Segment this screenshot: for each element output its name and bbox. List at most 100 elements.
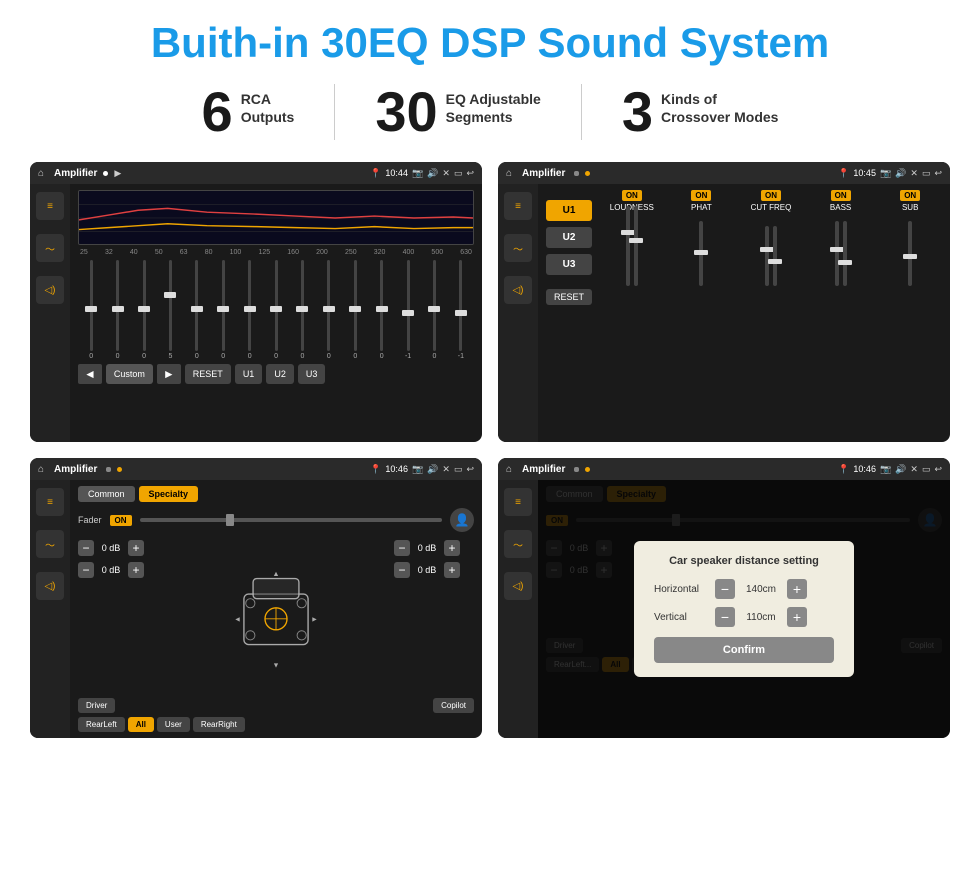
eq-slider-3[interactable]: 5 bbox=[159, 260, 181, 360]
bass-slider2[interactable] bbox=[843, 221, 847, 286]
eq-tune-btn[interactable]: ≡ bbox=[36, 192, 64, 220]
bass-slider1[interactable] bbox=[835, 221, 839, 286]
eq-slider-10[interactable]: 0 bbox=[344, 260, 366, 360]
eq-slider-7[interactable]: 0 bbox=[265, 260, 287, 360]
slider-val-6: 0 bbox=[248, 353, 252, 360]
eq-slider-13[interactable]: 0 bbox=[423, 260, 445, 360]
db-minus-1[interactable]: − bbox=[78, 562, 94, 578]
eq-slider-11[interactable]: 0 bbox=[370, 260, 392, 360]
screen4-topbar: ⌂ Amplifier 📍 10:46 📷 🔊 ✕ ▭ ↩ bbox=[498, 458, 950, 480]
copilot-btn[interactable]: Copilot bbox=[433, 698, 474, 713]
amp-reset-btn[interactable]: RESET bbox=[546, 289, 592, 305]
eq-slider-4[interactable]: 0 bbox=[186, 260, 208, 360]
common-tab[interactable]: Common bbox=[78, 486, 135, 502]
rearright-btn[interactable]: RearRight bbox=[193, 717, 245, 732]
screen1-body: ≡ 〜 ◁) bbox=[30, 184, 482, 442]
spk-wave-btn[interactable]: 〜 bbox=[36, 530, 64, 558]
svg-text:◄: ◄ bbox=[234, 615, 241, 624]
wave-btn[interactable]: 〜 bbox=[36, 234, 64, 262]
db-minus-0[interactable]: − bbox=[78, 540, 94, 556]
spk4-speaker-btn[interactable]: ◁) bbox=[504, 572, 532, 600]
close-icon[interactable]: ✕ bbox=[442, 168, 450, 179]
eq-u2-btn[interactable]: U2 bbox=[266, 364, 294, 384]
screen1-time: 10:44 bbox=[385, 168, 408, 178]
ch-u2-btn[interactable]: U2 bbox=[546, 227, 592, 248]
home-icon2[interactable]: ⌂ bbox=[506, 168, 512, 179]
speaker-btn[interactable]: ◁) bbox=[36, 276, 64, 304]
screen2-body: ≡ 〜 ◁) U1 U2 U3 RESET ON LO bbox=[498, 184, 950, 442]
slider-thumb-5 bbox=[217, 306, 229, 312]
eq-u1-btn[interactable]: U1 bbox=[235, 364, 263, 384]
slider-val-9: 0 bbox=[327, 353, 331, 360]
db-minus-3[interactable]: − bbox=[394, 562, 410, 578]
fader-track[interactable] bbox=[140, 518, 442, 522]
close-icon3[interactable]: ✕ bbox=[442, 464, 450, 475]
fader-on-badge[interactable]: ON bbox=[110, 515, 132, 526]
back-icon[interactable]: ↩ bbox=[466, 168, 474, 179]
close-icon2[interactable]: ✕ bbox=[910, 168, 918, 179]
eq-slider-0[interactable]: 0 bbox=[80, 260, 102, 360]
horizontal-minus-btn[interactable]: − bbox=[715, 579, 735, 599]
eq-next-btn[interactable]: ► bbox=[157, 364, 181, 384]
eq-slider-12[interactable]: -1 bbox=[397, 260, 419, 360]
sub-slider[interactable] bbox=[908, 221, 912, 286]
specialty-tab[interactable]: Specialty bbox=[139, 486, 199, 502]
car-diagram: ▲ ▼ ◄ ► bbox=[166, 540, 386, 694]
back-icon2[interactable]: ↩ bbox=[934, 168, 942, 179]
amp-tune-btn[interactable]: ≡ bbox=[504, 192, 532, 220]
db-plus-0[interactable]: + bbox=[128, 540, 144, 556]
eq-reset-btn[interactable]: RESET bbox=[185, 364, 231, 384]
eq-slider-9[interactable]: 0 bbox=[318, 260, 340, 360]
confirm-button[interactable]: Confirm bbox=[654, 637, 834, 663]
location-icon: 📍 bbox=[370, 168, 381, 179]
slider-val-4: 0 bbox=[195, 353, 199, 360]
db-minus-2[interactable]: − bbox=[394, 540, 410, 556]
play-icon[interactable]: ▶ bbox=[114, 168, 121, 179]
amp-wave-btn[interactable]: 〜 bbox=[504, 234, 532, 262]
db-plus-3[interactable]: + bbox=[444, 562, 460, 578]
all-btn[interactable]: All bbox=[128, 717, 154, 732]
topbar-icons: 📍 10:44 📷 🔊 ✕ ▭ ↩ bbox=[370, 168, 474, 179]
loudness-slider2[interactable] bbox=[634, 206, 638, 286]
home-icon3[interactable]: ⌂ bbox=[38, 464, 44, 475]
ch-u1-btn[interactable]: U1 bbox=[546, 200, 592, 221]
eq-slider-2[interactable]: 0 bbox=[133, 260, 155, 360]
horizontal-plus-btn[interactable]: + bbox=[787, 579, 807, 599]
user-btn[interactable]: User bbox=[157, 717, 190, 732]
eq-slider-14[interactable]: -1 bbox=[450, 260, 472, 360]
home-icon[interactable]: ⌂ bbox=[38, 168, 44, 179]
back-icon4[interactable]: ↩ bbox=[934, 464, 942, 475]
cutfreq-slider2[interactable] bbox=[773, 226, 777, 286]
eq-slider-1[interactable]: 0 bbox=[106, 260, 128, 360]
spk-speaker-btn[interactable]: ◁) bbox=[36, 572, 64, 600]
eq-slider-5[interactable]: 0 bbox=[212, 260, 234, 360]
rearleft-btn[interactable]: RearLeft bbox=[78, 717, 125, 732]
db-plus-1[interactable]: + bbox=[128, 562, 144, 578]
spk-side: ≡ 〜 ◁) bbox=[30, 480, 70, 738]
home-icon4[interactable]: ⌂ bbox=[506, 464, 512, 475]
driver-btn[interactable]: Driver bbox=[78, 698, 115, 713]
vertical-minus-btn[interactable]: − bbox=[715, 607, 735, 627]
vertical-plus-btn[interactable]: + bbox=[787, 607, 807, 627]
eq-u3-btn[interactable]: U3 bbox=[298, 364, 326, 384]
eq-custom-btn[interactable]: Custom bbox=[106, 364, 153, 384]
spk-tune-btn[interactable]: ≡ bbox=[36, 488, 64, 516]
cutfreq-slider1[interactable] bbox=[765, 226, 769, 286]
slider-track-0 bbox=[90, 260, 93, 351]
db-plus-2[interactable]: + bbox=[444, 540, 460, 556]
spk4-tune-btn[interactable]: ≡ bbox=[504, 488, 532, 516]
fader-row: Fader ON 👤 bbox=[78, 508, 474, 532]
slider-val-0: 0 bbox=[89, 353, 93, 360]
eq-slider-6[interactable]: 0 bbox=[238, 260, 260, 360]
back-icon3[interactable]: ↩ bbox=[466, 464, 474, 475]
close-icon4[interactable]: ✕ bbox=[910, 464, 918, 475]
stat-rca: 6 RCA Outputs bbox=[162, 84, 336, 140]
phat-slider[interactable] bbox=[699, 221, 703, 286]
ch-u3-btn[interactable]: U3 bbox=[546, 254, 592, 275]
spk4-wave-btn[interactable]: 〜 bbox=[504, 530, 532, 558]
eq-slider-8[interactable]: 0 bbox=[291, 260, 313, 360]
loudness-slider[interactable] bbox=[626, 206, 630, 286]
eq-prev-btn[interactable]: ◄ bbox=[78, 364, 102, 384]
amp-speaker-btn[interactable]: ◁) bbox=[504, 276, 532, 304]
spk4-side: ≡ 〜 ◁) bbox=[498, 480, 538, 738]
